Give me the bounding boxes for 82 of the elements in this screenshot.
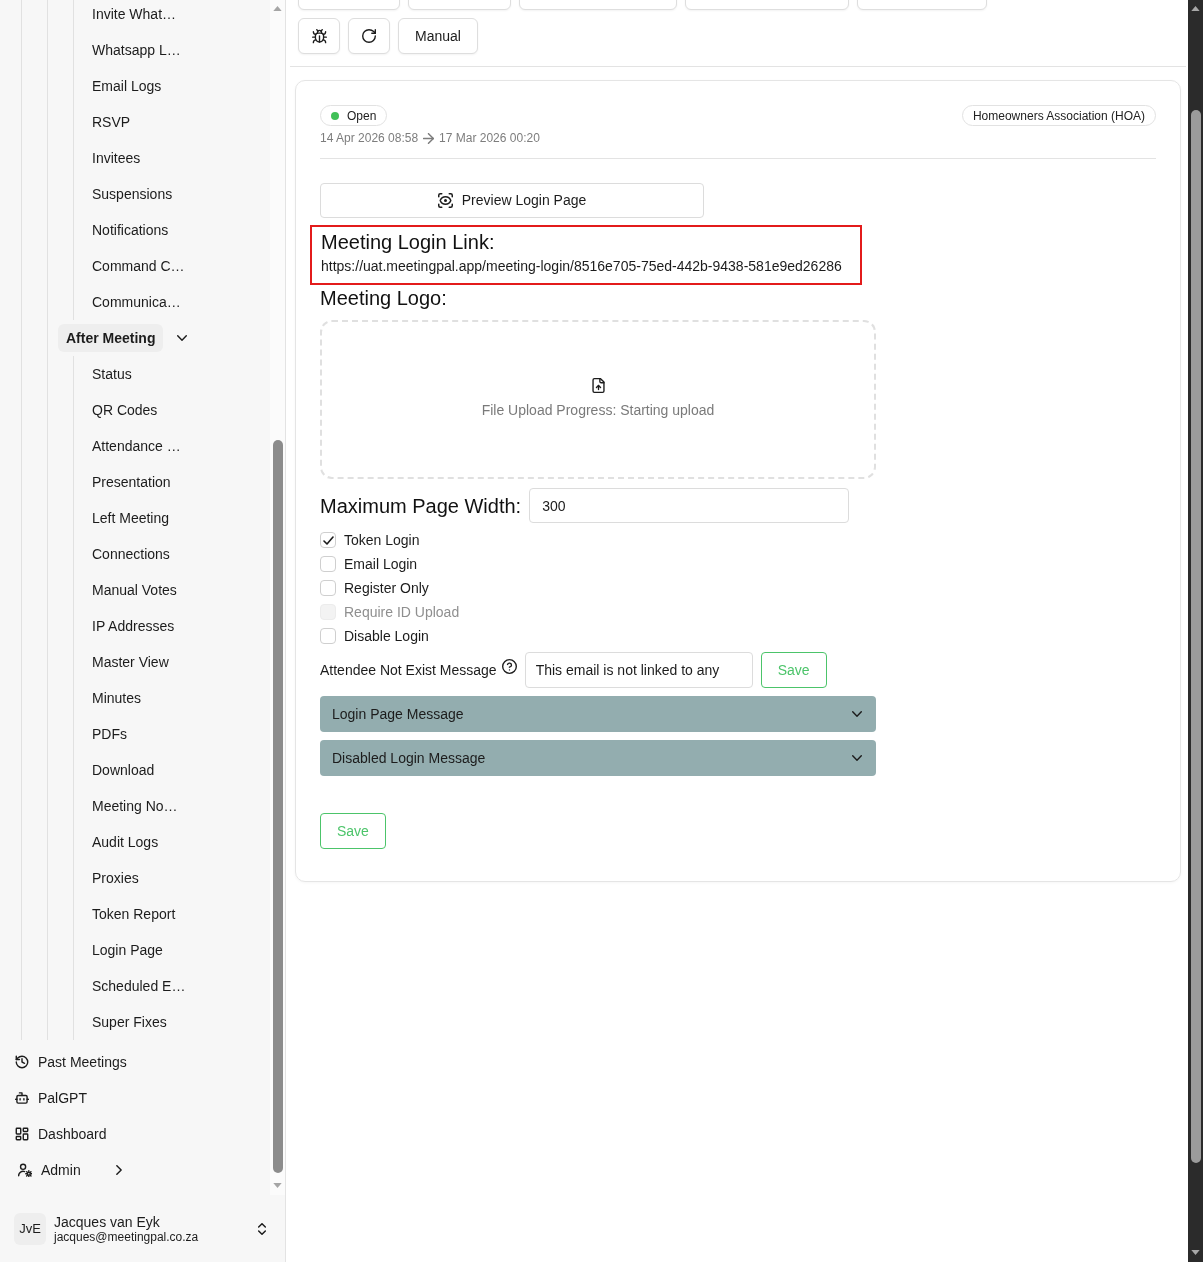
end-date: 17 Mar 2026 00:20 — [439, 131, 540, 146]
eye-in-frame-icon — [437, 193, 453, 208]
sidebar-item[interactable]: Invitees — [74, 140, 141, 176]
scroll-up-arrow-icon[interactable] — [1191, 6, 1200, 11]
sidebar-item[interactable]: Command C… — [74, 248, 185, 284]
file-upload-icon — [591, 378, 605, 393]
sidebar-item[interactable]: Super Fixes — [74, 1004, 167, 1040]
grid-icon — [15, 1127, 29, 1141]
user-email: jacques@meetingpal.co.za — [54, 1229, 200, 1244]
accordion-header[interactable]: Disabled Login Message — [320, 740, 876, 776]
sidebar-item[interactable]: Whatsapp L… — [74, 32, 181, 68]
sidebar-item[interactable]: PDFs — [74, 716, 127, 752]
login-url: https://uat.meetingpal.app/meeting-login/8516e705-75ed-442b-9438-581e9ed26286 — [321, 257, 842, 276]
avatar-initials[interactable]: JvE — [14, 1212, 46, 1245]
check-icon — [322, 535, 334, 545]
sidebar-item[interactable]: Minutes — [74, 680, 142, 716]
upload-dropzone[interactable]: File Upload Progress: Starting upload — [320, 320, 876, 479]
sidebar-item[interactable]: RSVP — [74, 104, 131, 140]
preview-login-page-button[interactable]: Preview Login Page — [320, 183, 704, 218]
sidebar-item[interactable]: Presentation — [74, 464, 171, 500]
sidebar-item[interactable]: Status — [74, 356, 132, 392]
scrollbar[interactable] — [270, 0, 285, 1195]
bug-button[interactable] — [298, 18, 340, 54]
sidebar-item[interactable]: Master View — [74, 644, 169, 680]
bug-icon — [311, 28, 327, 44]
section-heading: Meeting Login Link: — [321, 230, 495, 255]
sidebar-item[interactable]: Proxies — [74, 860, 139, 896]
sidebar-item[interactable]: Meeting No… — [74, 788, 178, 824]
manual-button[interactable]: Manual — [398, 18, 478, 54]
start-date: 14 Apr 2026 08:58 — [320, 131, 419, 146]
sidebar-link[interactable]: Past Meetings — [0, 1044, 127, 1080]
checkbox[interactable] — [320, 628, 336, 644]
sidebar-item[interactable]: Token Report — [74, 896, 176, 932]
checkbox[interactable] — [320, 532, 336, 548]
user-gear-icon — [18, 1163, 32, 1177]
scrollbar-thumb[interactable] — [272, 440, 283, 1173]
accordion-header[interactable]: Login Page Message — [320, 696, 876, 732]
chevron-right-icon — [115, 1165, 122, 1175]
input-field[interactable]: This email is not linked to any — [524, 652, 753, 688]
sidebar-link[interactable]: Dashboard — [0, 1116, 107, 1152]
sidebar-link[interactable]: Admin — [0, 1152, 122, 1188]
field-label: Attendee Not Exist Message — [320, 660, 497, 680]
sidebar-item[interactable]: Notifications — [74, 212, 169, 248]
robot-icon — [15, 1091, 29, 1105]
option-label[interactable]: Register Only — [344, 577, 429, 599]
sidebar-group-header[interactable]: After Meeting — [58, 324, 164, 352]
scroll-down-arrow-icon[interactable] — [1191, 1250, 1200, 1255]
help-icon[interactable] — [501, 659, 517, 674]
input-field[interactable]: 300 — [529, 488, 850, 523]
section-heading: Meeting Logo: — [320, 286, 447, 311]
sidebar-item[interactable]: Email Logs — [74, 68, 162, 104]
sidebar-item[interactable]: Attendance … — [74, 428, 181, 464]
sidebar-item[interactable]: Download — [74, 752, 155, 788]
sidebar-item[interactable]: Suspensions — [74, 176, 173, 212]
up-down-chevron-icon[interactable] — [258, 1222, 266, 1235]
upload-status: File Upload Progress: Starting upload — [481, 401, 715, 420]
option-label[interactable]: Disable Login — [344, 625, 429, 647]
option-label[interactable]: Email Login — [344, 553, 418, 575]
user-name: Jacques van Eyk — [54, 1213, 161, 1230]
field-label: Maximum Page Width: — [320, 493, 522, 519]
sidebar-item[interactable]: Scheduled E… — [74, 968, 186, 1004]
scrollbar[interactable] — [1188, 0, 1203, 1262]
option-label[interactable]: Token Login — [344, 529, 420, 551]
sidebar-item[interactable]: Left Meeting — [74, 500, 170, 536]
chevron-down-icon[interactable] — [177, 335, 188, 341]
sidebar-item[interactable]: IP Addresses — [74, 608, 175, 644]
scrollbar-thumb[interactable] — [1190, 110, 1201, 1163]
sidebar-link[interactable]: PalGPT — [0, 1080, 87, 1116]
checkbox[interactable] — [320, 556, 336, 572]
arrow-right-icon — [423, 133, 435, 144]
sidebar-item[interactable]: Manual Votes — [74, 572, 177, 608]
checkbox[interactable] — [320, 580, 336, 596]
option-label: Require ID Upload — [344, 602, 460, 622]
sidebar-item[interactable]: Audit Logs — [74, 824, 159, 860]
sidebar-item[interactable]: Communica… — [74, 284, 181, 320]
sidebar-item[interactable]: Connections — [74, 536, 170, 572]
sidebar-item[interactable]: Login Page — [74, 932, 163, 968]
history-icon — [15, 1055, 29, 1069]
refresh-button[interactable] — [348, 18, 390, 54]
refresh-icon — [362, 29, 376, 43]
sidebar-item[interactable]: Invite What… — [74, 0, 177, 32]
sidebar-item[interactable]: QR Codes — [74, 392, 158, 428]
